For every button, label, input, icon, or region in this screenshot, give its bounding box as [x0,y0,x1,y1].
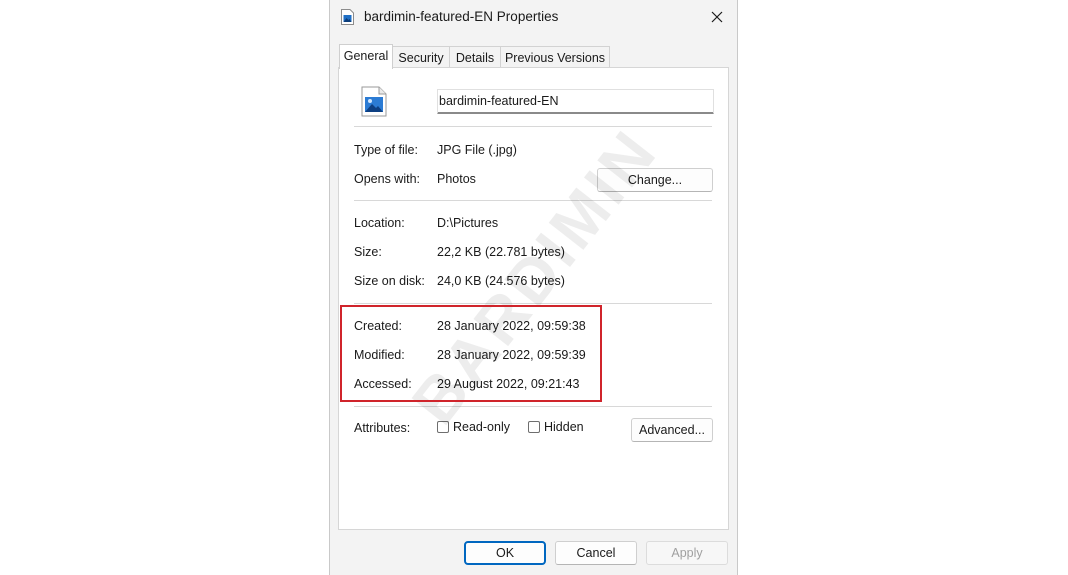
apply-button[interactable]: Apply [646,541,728,565]
accessed-value: 29 August 2022, 09:21:43 [437,377,580,391]
accessed-label: Accessed: [354,377,412,391]
type-of-file-label: Type of file: [354,143,418,157]
created-value: 28 January 2022, 09:59:38 [437,319,586,333]
properties-dialog: bardimin-featured-EN Properties General … [329,0,738,575]
modified-label: Modified: [354,348,405,362]
close-button[interactable] [703,5,731,29]
advanced-button[interactable]: Advanced... [631,418,713,442]
tab-previous-versions[interactable]: Previous Versions [500,46,610,68]
hidden-checkbox-box[interactable] [528,421,540,433]
divider [354,200,712,201]
tab-general[interactable]: General [339,44,393,69]
location-label: Location: [354,216,405,230]
created-label: Created: [354,319,402,333]
readonly-checkbox[interactable]: Read-only [437,420,510,434]
size-value: 22,2 KB (22.781 bytes) [437,245,565,259]
image-file-icon [341,9,354,25]
title-bar: bardimin-featured-EN Properties [330,0,737,36]
type-of-file-value: JPG File (.jpg) [437,143,517,157]
hidden-label: Hidden [544,420,584,434]
ok-button[interactable]: OK [464,541,546,565]
general-panel: Type of file: JPG File (.jpg) Opens with… [338,67,729,530]
tab-security[interactable]: Security [392,46,450,68]
close-icon [711,11,723,23]
modified-value: 28 January 2022, 09:59:39 [437,348,586,362]
opens-with-label: Opens with: [354,172,421,186]
readonly-label: Read-only [453,420,510,434]
window-title: bardimin-featured-EN Properties [364,9,559,24]
image-file-icon [361,86,387,117]
hidden-checkbox[interactable]: Hidden [528,420,584,434]
cancel-button[interactable]: Cancel [555,541,637,565]
divider [354,406,712,407]
divider [354,303,712,304]
readonly-checkbox-box[interactable] [437,421,449,433]
divider [354,126,712,127]
file-name-input[interactable] [437,89,713,113]
location-value: D:\Pictures [437,216,499,230]
opens-with-value: Photos [437,172,476,186]
change-button[interactable]: Change... [597,168,713,192]
size-on-disk-value: 24,0 KB (24.576 bytes) [437,274,565,288]
size-label: Size: [354,245,382,259]
tab-details[interactable]: Details [449,46,501,68]
size-on-disk-label: Size on disk: [354,274,425,288]
attributes-label: Attributes: [354,421,411,435]
